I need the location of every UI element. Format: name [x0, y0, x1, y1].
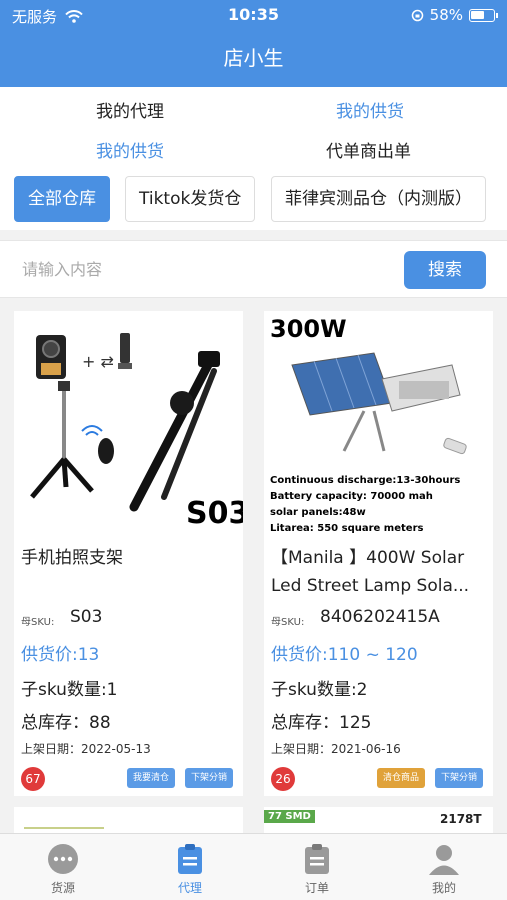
battery-percent: 58%: [429, 6, 463, 24]
warehouse-filter: 全部仓库 Tiktok发货仓 菲律宾测品仓（内测版）: [0, 167, 507, 230]
product-image[interactable]: + ⇄ S03: [14, 311, 243, 533]
sku-value: S03: [70, 607, 103, 627]
sub-sku-count: 子sku数量:1: [21, 680, 118, 700]
peek-tag: 77 SMD: [264, 810, 315, 823]
clearance-product-button[interactable]: 清仓商品: [377, 768, 426, 788]
tab-label: 代理: [177, 881, 202, 895]
product-title[interactable]: 【Manila 】400W Solar Led Street Lamp Sola…: [271, 544, 489, 600]
count-badge: 67: [21, 767, 45, 791]
chat-bubble-icon: [48, 844, 78, 874]
search-button[interactable]: 搜索: [404, 251, 486, 289]
status-bar: 无服务 10:35 58%: [0, 0, 507, 30]
warehouse-philippines[interactable]: 菲律宾测品仓（内测版）: [271, 176, 486, 222]
svg-text:300W: 300W: [270, 315, 347, 343]
sku-value: 8406202415A: [320, 607, 440, 627]
person-icon: [429, 845, 459, 875]
svg-text:+ ⇄: + ⇄: [82, 352, 114, 371]
tab-bar: 货源 代理 订单 我的: [0, 833, 507, 900]
warehouse-all[interactable]: 全部仓库: [14, 176, 110, 222]
tab-agency[interactable]: 代理: [127, 834, 253, 900]
nav-bar: 店小生: [0, 30, 507, 87]
clipboard-icon: [178, 844, 202, 874]
tab-label: 订单: [304, 881, 329, 895]
total-stock: 总库存：125: [271, 713, 372, 733]
tab-label: 货源: [50, 881, 75, 895]
svg-text:Continuous discharge:13-30hour: Continuous discharge:13-30hours: [270, 475, 460, 486]
sku-label: 母SKU:: [21, 617, 55, 628]
delist-button[interactable]: 下架分销: [185, 768, 234, 788]
menu-panel: 我的代理 我的供货 我的供货 代单商出单: [0, 87, 507, 167]
status-right: 58%: [411, 6, 498, 24]
peek-decoration: [24, 827, 104, 829]
total-stock: 总库存：88: [21, 713, 111, 733]
sub-sku-count: 子sku数量:2: [271, 680, 368, 700]
svg-text:Battery capacity: 70000 mah: Battery capacity: 70000 mah: [270, 491, 433, 502]
svg-text:solar panels:48w: solar panels:48w: [270, 507, 366, 518]
product-image[interactable]: 300W Continuous discharge:13-30hours Bat…: [264, 311, 493, 533]
warehouse-tiktok[interactable]: Tiktok发货仓: [125, 176, 256, 222]
supply-price: 供货价:110 ~ 120: [271, 645, 418, 665]
battery-icon: [469, 8, 498, 22]
product-title[interactable]: 手机拍照支架: [21, 544, 239, 572]
search-bar: 搜索: [0, 240, 507, 298]
count-badge: 26: [271, 767, 295, 791]
tab-label: 我的: [431, 881, 456, 895]
listing-date: 上架日期：2022-05-13: [21, 742, 151, 756]
tab-source[interactable]: 货源: [0, 834, 126, 900]
clearance-request-button[interactable]: 我要清仓: [127, 768, 176, 788]
menu-my-agency[interactable]: 我的代理: [96, 97, 164, 122]
supply-price: 供货价:13: [21, 645, 100, 665]
order-doc-icon: [305, 844, 329, 874]
svg-text:Litarea: 550 square meters: Litarea: 550 square meters: [270, 523, 423, 533]
page-title: 店小生: [223, 46, 284, 70]
tab-mine[interactable]: 我的: [381, 834, 507, 900]
delist-button[interactable]: 下架分销: [435, 768, 484, 788]
menu-agent-order[interactable]: 代单商出单: [326, 137, 411, 162]
product-card[interactable]: 300W Continuous discharge:13-30hours Bat…: [264, 311, 493, 796]
peek-code: 2178T: [440, 812, 482, 826]
rotation-lock-icon: [411, 9, 423, 21]
listing-date: 上架日期：2021-06-16: [271, 742, 401, 756]
product-card[interactable]: + ⇄ S03 手机拍照支架 母SKU: S03 供货价:13 子sku数量:1…: [14, 311, 243, 796]
sku-label: 母SKU:: [271, 617, 305, 628]
selfie-stick-illustration: + ⇄ S03: [30, 333, 243, 531]
tab-orders[interactable]: 订单: [254, 834, 380, 900]
svg-text:S03: S03: [186, 496, 243, 531]
solar-lamp-illustration: 300W Continuous discharge:13-30hours Bat…: [270, 315, 467, 533]
menu-my-supply-top[interactable]: 我的供货: [336, 97, 404, 122]
menu-my-supply[interactable]: 我的供货: [96, 137, 164, 162]
search-input[interactable]: [10, 249, 390, 289]
